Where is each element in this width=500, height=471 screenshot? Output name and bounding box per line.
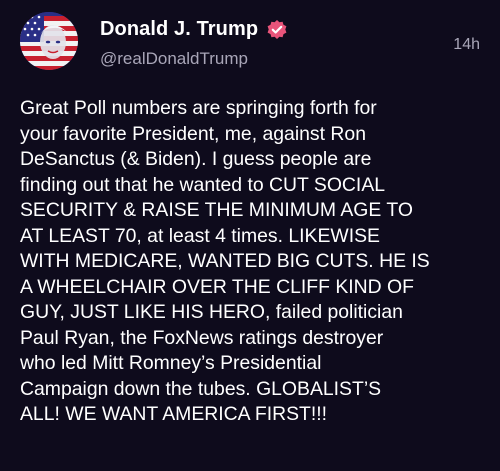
avatar[interactable] [20, 12, 78, 70]
author-handle[interactable]: @realDonaldTrump [100, 49, 248, 69]
avatar-flag-portrait-icon [20, 12, 78, 70]
author-name[interactable]: Donald J. Trump [100, 18, 258, 41]
post-card: Donald J. Trump @realDonaldTrump 14h Gre… [0, 0, 500, 471]
post-timestamp[interactable]: 14h [453, 36, 480, 54]
verified-badge-icon [266, 19, 288, 41]
post-body-text: Great Poll numbers are springing forth f… [20, 97, 430, 425]
author-row: Donald J. Trump [100, 18, 288, 41]
